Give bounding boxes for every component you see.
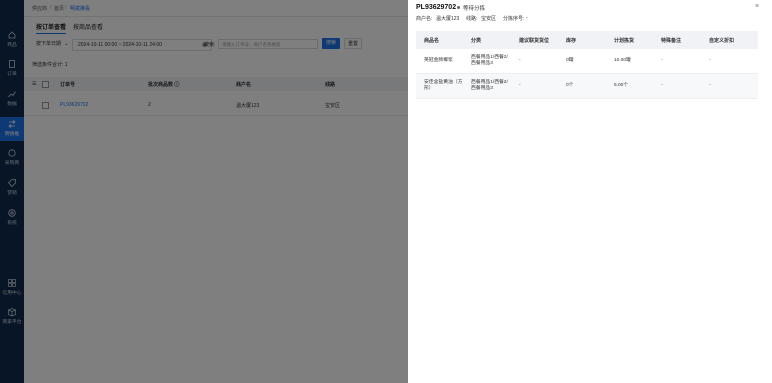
column-header: 自定义折扣: [709, 38, 735, 44]
drawer-order-id: PL93629702: [416, 4, 457, 11]
product-name: 形）: [424, 86, 434, 91]
product-table-header: 商品名 分类 建议联货货位 库存 计划拣货 特殊备注 自定义折扣: [416, 31, 758, 49]
suggested-location: -: [519, 83, 521, 88]
column-header: 分类: [471, 38, 482, 44]
category: 西餐用品3: [471, 86, 493, 91]
sort-value: -: [526, 15, 528, 21]
column-header: 建议联货货位: [519, 38, 550, 44]
special-note: -: [661, 58, 663, 63]
planned-pick: 10.00罐: [614, 58, 631, 63]
custom-discount: -: [709, 83, 711, 88]
route-value: 宝安区: [481, 16, 497, 22]
custom-discount: -: [709, 58, 711, 63]
merchant-label: 商户名:: [416, 16, 433, 22]
order-detail-drawer: PL93629702 等待分拣 × 商户名: 温大厦123 线路: 宝安区 分拣…: [408, 0, 772, 383]
stock: 0罐: [566, 58, 574, 63]
table-row[interactable]: 英冠金牌椰浆 西餐用品1/西餐2/ 西餐用品3 - 0罐 10.00罐 - -: [416, 49, 758, 74]
table-row[interactable]: 安佳含盐黄油（方 形） 西餐用品1/西餐2/ 西餐用品3 - 0个 5.00个 …: [416, 74, 758, 99]
column-header: 计划拣货: [614, 38, 635, 44]
special-note: -: [661, 83, 663, 88]
category: 西餐用品3: [471, 61, 493, 66]
column-header: 商品名: [424, 38, 440, 44]
route-label: 线路:: [466, 16, 478, 22]
product-name: 英冠金牌椰浆: [424, 58, 453, 63]
status-badge: 等待分拣: [463, 6, 486, 12]
modal-overlay[interactable]: [0, 0, 408, 383]
column-header: 库存: [566, 38, 577, 44]
merchant-value: 温大厦123: [436, 16, 460, 22]
planned-pick: 5.00个: [614, 83, 629, 88]
status-dot: [457, 6, 460, 9]
column-header: 特殊备注: [661, 38, 682, 44]
sort-label: 分拣序号:: [503, 16, 525, 22]
stock: 0个: [566, 83, 574, 88]
suggested-location: -: [519, 58, 521, 63]
close-icon[interactable]: ×: [755, 3, 759, 10]
